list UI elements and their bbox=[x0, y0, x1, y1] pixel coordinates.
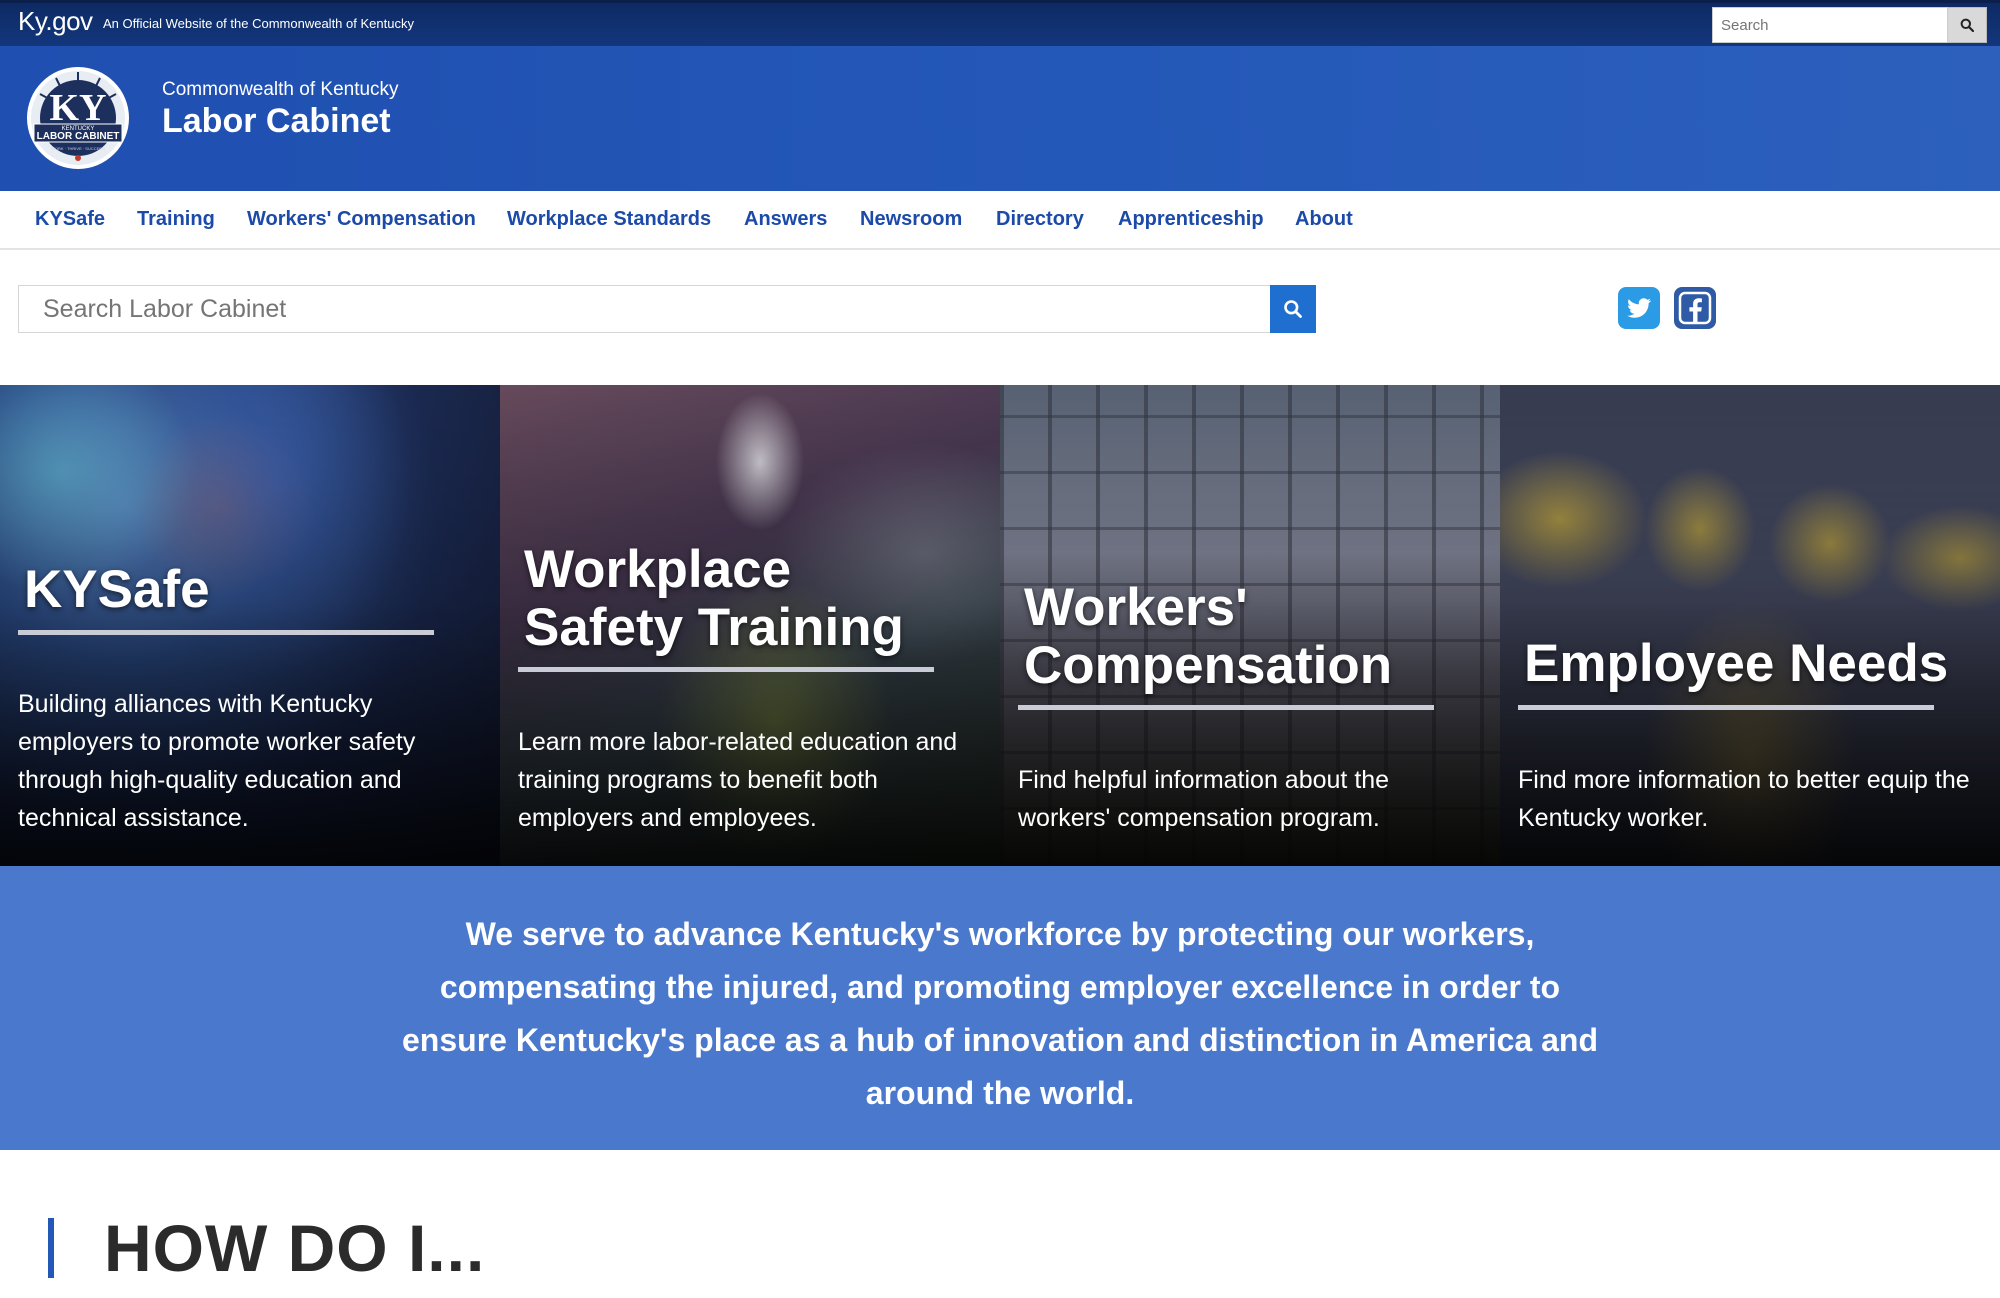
site-header: KY KENTUCKY LABOR CABINET WORK · THRIVE … bbox=[0, 46, 2000, 191]
twitter-icon bbox=[1627, 298, 1652, 318]
panel-title: Employee Needs bbox=[1524, 634, 1949, 693]
panel-divider bbox=[1518, 705, 1934, 710]
panel-description: Building alliances with Kentucky employe… bbox=[18, 690, 416, 832]
nav-item-workplace-standards[interactable]: Workplace Standards bbox=[507, 208, 711, 231]
mission-statement: We serve to advance Kentucky's workforce… bbox=[402, 916, 1598, 1111]
panel-title: Workplace Safety Training bbox=[524, 540, 904, 657]
site-search-button[interactable] bbox=[1270, 285, 1316, 333]
twitter-link[interactable] bbox=[1618, 287, 1660, 329]
kygov-search bbox=[1712, 7, 1987, 43]
nav-item-about[interactable]: About bbox=[1295, 208, 1353, 231]
nav-item-newsroom[interactable]: Newsroom bbox=[860, 208, 962, 231]
nav-item-directory[interactable]: Directory bbox=[996, 208, 1084, 231]
facebook-icon bbox=[1678, 291, 1712, 325]
panel-divider bbox=[18, 630, 434, 635]
site-search-input[interactable] bbox=[18, 285, 1270, 333]
panel-divider bbox=[1018, 705, 1434, 710]
panel-employee-needs[interactable]: Employee Needs Find more information to … bbox=[1500, 385, 2000, 866]
nav-item-training[interactable]: Training bbox=[137, 208, 215, 231]
official-website-notice: An Official Website of the Commonwealth … bbox=[103, 16, 414, 31]
kygov-topbar: Ky.gov An Official Website of the Common… bbox=[0, 0, 2000, 46]
svg-text:LABOR CABINET: LABOR CABINET bbox=[37, 131, 120, 142]
main-navigation: KYSafe Training Workers' Compensation Wo… bbox=[0, 191, 2000, 250]
site-search bbox=[18, 285, 1316, 333]
panel-workplace-safety-training[interactable]: Workplace Safety Training Learn more lab… bbox=[500, 385, 1000, 866]
svg-text:KY: KY bbox=[50, 87, 107, 129]
hero-panels: KYSafe Building alliances with Kentucky … bbox=[0, 385, 2000, 866]
panel-description: Find helpful information about the worke… bbox=[1018, 766, 1390, 832]
facebook-link[interactable] bbox=[1674, 287, 1716, 329]
kygov-search-input[interactable] bbox=[1712, 7, 1948, 43]
panel-divider bbox=[518, 667, 934, 672]
panel-workers-compensation[interactable]: Workers' Compensation Find helpful infor… bbox=[1000, 385, 1500, 866]
nav-item-kysafe[interactable]: KYSafe bbox=[35, 208, 105, 231]
panel-description: Learn more labor-related education and t… bbox=[518, 728, 958, 832]
kygov-logo[interactable]: Ky.gov bbox=[18, 6, 93, 37]
search-icon bbox=[1960, 18, 1974, 32]
search-icon bbox=[1284, 300, 1302, 318]
nav-item-answers[interactable]: Answers bbox=[744, 208, 827, 231]
kygov-search-button[interactable] bbox=[1948, 7, 1987, 43]
how-do-i-heading: HOW DO I... bbox=[104, 1211, 486, 1285]
mission-statement-band: We serve to advance Kentucky's workforce… bbox=[0, 866, 2000, 1150]
panel-description: Find more information to better equip th… bbox=[1518, 766, 1970, 832]
nav-item-workers-compensation[interactable]: Workers' Compensation bbox=[247, 208, 476, 231]
section-accent-bar bbox=[48, 1218, 54, 1278]
panel-title: KYSafe bbox=[24, 560, 210, 619]
header-subtitle: Commonwealth of Kentucky bbox=[162, 79, 399, 100]
header-title[interactable]: Labor Cabinet bbox=[162, 102, 391, 141]
nav-item-apprenticeship[interactable]: Apprenticeship bbox=[1118, 208, 1264, 231]
panel-title: Workers' Compensation bbox=[1024, 578, 1393, 695]
svg-text:WORK · THRIVE · SUCCEED: WORK · THRIVE · SUCCEED bbox=[51, 146, 105, 151]
panel-kysafe[interactable]: KYSafe Building alliances with Kentucky … bbox=[0, 385, 500, 866]
labor-cabinet-seal-logo[interactable]: KY KENTUCKY LABOR CABINET WORK · THRIVE … bbox=[26, 66, 130, 170]
